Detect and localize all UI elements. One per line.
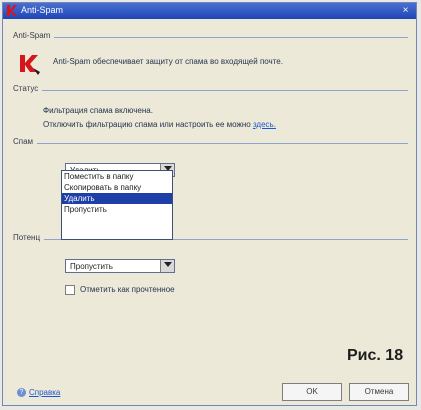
dropdown-option[interactable]: Поместить в папку [62,171,172,182]
mark-read-label: Отметить как прочтенное [80,285,175,294]
window-title: Anti-Spam [21,5,64,15]
figure-caption: Рис. 18 [347,347,404,364]
spam-action-dropdown-list[interactable]: Поместить в папку Скопировать в папку Уд… [61,170,173,240]
section-rule [13,143,408,144]
kaspersky-logo-icon [20,55,40,75]
section-rule [13,37,408,38]
ok-button[interactable]: OK [282,383,342,401]
title-bar[interactable]: Anti-Spam × [3,3,416,19]
status-configure-label: Отключить фильтрацию спама или настроить… [43,120,251,129]
spam-section-header: Спам [13,137,408,149]
help-label: Справка [29,388,61,397]
antispam-description: Anti-Spam обеспечивает защиту от спама в… [53,57,283,66]
close-icon[interactable]: × [399,4,412,17]
dropdown-option-selected[interactable]: Удалить [62,193,172,204]
dropdown-option[interactable]: Пропустить [62,204,172,215]
section-title-antispam: Anti-Spam [13,31,55,40]
chevron-down-icon[interactable] [160,260,174,272]
section-title-spam: Спам [13,137,38,146]
kaspersky-k-icon [7,5,17,16]
section-rule [13,90,408,91]
section-title-status: Статус [13,84,43,93]
status-text: Фильтрация спама включена. [43,106,153,115]
status-configure-text: Отключить фильтрацию спама или настроить… [43,120,276,129]
mark-read-checkbox[interactable] [65,285,75,295]
dropdown-option[interactable]: Скопировать в папку [62,182,172,193]
potential-action-value: Пропустить [70,262,113,271]
antispam-section-header: Anti-Spam [13,31,408,43]
status-section-header: Статус [13,84,408,96]
section-title-potential: Потенц [13,233,45,242]
cancel-button[interactable]: Отмена [349,383,409,401]
help-icon: ? [17,388,26,398]
potential-action-combobox[interactable]: Пропустить [65,259,175,273]
configure-link[interactable]: здесь. [253,120,276,129]
help-link[interactable]: ? Справка [17,388,61,398]
